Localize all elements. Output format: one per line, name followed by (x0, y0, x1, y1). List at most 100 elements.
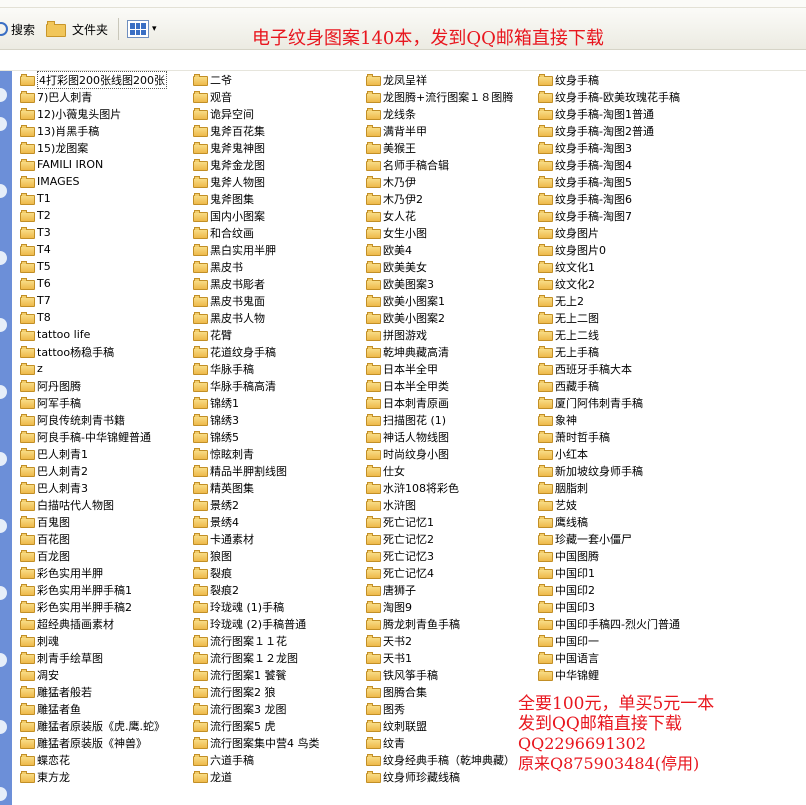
folder-item[interactable]: 西班牙手稿大本 (538, 360, 806, 377)
folder-item[interactable]: 无上二图 (538, 309, 806, 326)
folder-item[interactable]: FAMILI IRON (20, 156, 190, 173)
folder-item[interactable]: 百鬼图 (20, 513, 190, 530)
folder-item[interactable]: 彩色实用半胛 (20, 564, 190, 581)
folder-item[interactable]: 纹文化2 (538, 275, 806, 292)
folder-item[interactable]: T4 (20, 241, 190, 258)
folder-item[interactable]: 雕猛者原装版《虎.鹰.蛇》 (20, 717, 190, 734)
folder-item[interactable]: 珍藏一套小僵尸 (538, 530, 806, 547)
folder-item[interactable]: 雕猛者鱼 (20, 700, 190, 717)
folder-item[interactable]: 惊眩刺青 (193, 445, 363, 462)
folder-item[interactable]: 鬼斧鬼神图 (193, 139, 363, 156)
folder-item[interactable]: 满背半甲 (366, 122, 536, 139)
folder-item[interactable]: 纹身经典手稿（乾坤典藏） (366, 751, 536, 768)
folder-item[interactable]: 名师手稿合辑 (366, 156, 536, 173)
folder-item[interactable]: 阿良手稿-中华锦鲤普通 (20, 428, 190, 445)
folder-item[interactable]: 龙图腾+流行图案１８图腾 (366, 88, 536, 105)
folder-item[interactable]: 中国印1 (538, 564, 806, 581)
views-button[interactable]: ▾ (127, 16, 157, 42)
folder-item[interactable]: 纹身手稿-淘图2普通 (538, 122, 806, 139)
folder-item[interactable]: 纹身图片0 (538, 241, 806, 258)
folder-item[interactable]: tattoo life (20, 326, 190, 343)
folder-item[interactable]: 仕女 (366, 462, 536, 479)
folder-item[interactable]: 12)小薇鬼头图片 (20, 105, 190, 122)
folder-item[interactable]: 中国印一 (538, 632, 806, 649)
folder-item[interactable]: 乾坤典藏高清 (366, 343, 536, 360)
folder-item[interactable]: 鹰线稿 (538, 513, 806, 530)
folder-item[interactable]: 流行图案１１花 (193, 632, 363, 649)
folder-item[interactable]: 刺魂 (20, 632, 190, 649)
folder-item[interactable]: 纹身手稿-淘图1普通 (538, 105, 806, 122)
folder-item[interactable]: 女人花 (366, 207, 536, 224)
folder-item[interactable]: 鬼斧人物图 (193, 173, 363, 190)
folder-item[interactable]: 拼图游戏 (366, 326, 536, 343)
folder-item[interactable]: T2 (20, 207, 190, 224)
folder-item[interactable]: 诡异空间 (193, 105, 363, 122)
folder-item[interactable]: 欧美小图案2 (366, 309, 536, 326)
folder-item[interactable]: 锦绣3 (193, 411, 363, 428)
folder-item[interactable]: 死亡记忆4 (366, 564, 536, 581)
folder-item[interactable]: 淘图9 (366, 598, 536, 615)
folder-item[interactable]: T1 (20, 190, 190, 207)
folder-item[interactable]: 玲珑魂 (1)手稿 (193, 598, 363, 615)
folder-item[interactable]: 阿军手稿 (20, 394, 190, 411)
folder-item[interactable]: 百花图 (20, 530, 190, 547)
folder-item[interactable]: 4打彩图200张线图200张 (20, 70, 190, 89)
folder-item[interactable]: 巴人刺青2 (20, 462, 190, 479)
folder-item[interactable]: T6 (20, 275, 190, 292)
folder-item[interactable]: 流行图案3 龙图 (193, 700, 363, 717)
folder-item[interactable]: 流行图案1 饕餮 (193, 666, 363, 683)
folder-item[interactable]: 纹身手稿-淘图4 (538, 156, 806, 173)
folder-item[interactable]: 超经典插画素材 (20, 615, 190, 632)
folder-item[interactable]: 和合纹画 (193, 224, 363, 241)
folder-item[interactable]: T5 (20, 258, 190, 275)
folder-item[interactable]: 萧时哲手稿 (538, 428, 806, 445)
left-pane-strip[interactable] (0, 71, 12, 805)
folder-item[interactable]: 精英图集 (193, 479, 363, 496)
folder-item[interactable]: 纹身师珍藏线稿 (366, 768, 536, 785)
folder-item[interactable]: 白描咕代人物图 (20, 496, 190, 513)
folder-item[interactable]: 巴人刺青1 (20, 445, 190, 462)
folder-item[interactable]: 龙道 (193, 768, 363, 785)
folder-item[interactable]: 死亡记忆3 (366, 547, 536, 564)
folder-item[interactable]: 巴人刺青3 (20, 479, 190, 496)
folder-item[interactable]: 胭脂刺 (538, 479, 806, 496)
folder-item[interactable]: 欧美美女 (366, 258, 536, 275)
folder-item[interactable]: 图秀 (366, 700, 536, 717)
folder-item[interactable]: 精品半胛割线图 (193, 462, 363, 479)
folder-item[interactable]: 鬼斧图集 (193, 190, 363, 207)
folder-item[interactable]: 玲珑魂 (2)手稿普通 (193, 615, 363, 632)
folder-item[interactable]: 国内小图案 (193, 207, 363, 224)
folder-item[interactable]: 无上手稿 (538, 343, 806, 360)
folder-item[interactable]: 鬼斧金龙图 (193, 156, 363, 173)
folder-item[interactable]: 木乃伊2 (366, 190, 536, 207)
folder-item[interactable]: 纹文化1 (538, 258, 806, 275)
folder-item[interactable]: 雕猛者原装版《神兽》 (20, 734, 190, 751)
folder-item[interactable]: tattoo杨稳手稿 (20, 343, 190, 360)
folder-item[interactable]: 彩色实用半胛手稿1 (20, 581, 190, 598)
folder-item[interactable]: 水浒108将彩色 (366, 479, 536, 496)
folder-item[interactable]: T7 (20, 292, 190, 309)
folder-item[interactable]: 黑皮书人物 (193, 309, 363, 326)
folder-item[interactable]: IMAGES (20, 173, 190, 190)
folder-item[interactable]: 美猴王 (366, 139, 536, 156)
folder-item[interactable]: 天书1 (366, 649, 536, 666)
folder-item[interactable]: 刺青手绘草图 (20, 649, 190, 666)
folder-item[interactable]: 龙凤呈祥 (366, 71, 536, 88)
folder-item[interactable]: 时尚纹身小图 (366, 445, 536, 462)
folder-item[interactable]: 唐狮子 (366, 581, 536, 598)
folder-item[interactable]: 纹身手稿 (538, 71, 806, 88)
folder-item[interactable]: 死亡记忆1 (366, 513, 536, 530)
folder-item[interactable]: 雕猛者般若 (20, 683, 190, 700)
folder-item[interactable]: 铁风筝手稿 (366, 666, 536, 683)
folder-item[interactable]: 中国印2 (538, 581, 806, 598)
folder-item[interactable]: 彩色实用半胛手稿2 (20, 598, 190, 615)
folder-item[interactable]: 小红本 (538, 445, 806, 462)
folder-item[interactable]: 日本半全甲 (366, 360, 536, 377)
folder-item[interactable]: 新加坡纹身师手稿 (538, 462, 806, 479)
folder-item[interactable]: T3 (20, 224, 190, 241)
folder-item[interactable]: 流行图案１２龙图 (193, 649, 363, 666)
folder-item[interactable]: 腾龙刺青鱼手稿 (366, 615, 536, 632)
folder-item[interactable]: 凋安 (20, 666, 190, 683)
folder-item[interactable]: 图腾合集 (366, 683, 536, 700)
folder-item[interactable]: 景绣2 (193, 496, 363, 513)
